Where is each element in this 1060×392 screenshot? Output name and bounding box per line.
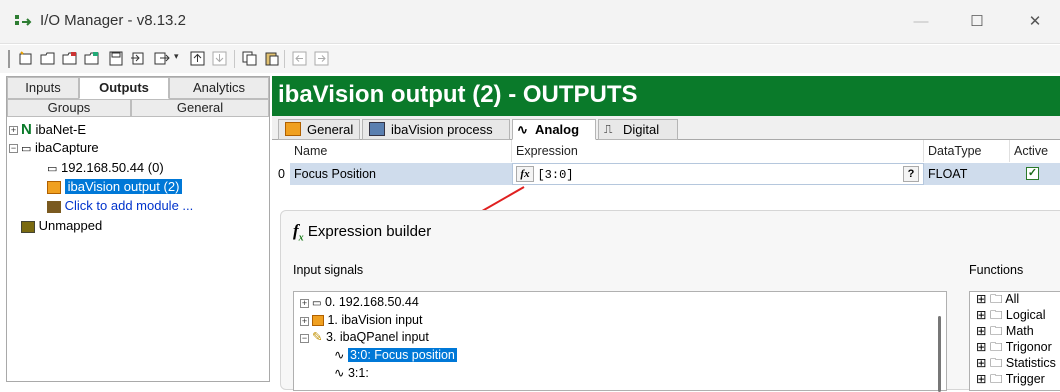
expand-icon[interactable]: + <box>300 299 309 308</box>
expression-builder-header: fx Expression builder <box>293 221 432 244</box>
export-icon[interactable] <box>154 51 170 66</box>
tab-general[interactable]: General <box>131 99 269 117</box>
tab-analog[interactable]: ∿ Analog <box>512 119 596 140</box>
analog-wave-icon: ∿ <box>517 122 528 137</box>
function-category[interactable]: ⊞ 🗀 Math <box>976 323 1034 340</box>
row-expression-cell[interactable]: fx [3:0] ? <box>512 163 924 185</box>
detail-tabs: General ibaVision process ∿ Analog ⎍ Dig… <box>272 116 1060 140</box>
toolbar: ▾ <box>0 45 1060 73</box>
redo-icon[interactable] <box>314 51 330 66</box>
new-module-icon[interactable] <box>18 51 34 66</box>
row-index: 0 <box>278 167 285 181</box>
signal-grid: Name Expression DataType Active 0 Focus … <box>272 140 1060 188</box>
tab-outputs[interactable]: Outputs <box>79 77 169 99</box>
tab-analytics[interactable]: Analytics <box>169 77 269 99</box>
function-icon: fx <box>293 221 304 244</box>
expand-icon[interactable]: + <box>300 317 309 326</box>
ibanet-icon: N <box>21 121 32 138</box>
tab-digital[interactable]: ⎍ Digital <box>598 119 678 140</box>
input-signals-tree: + ▭ 0. 192.168.50.44 + 1. ibaVision inpu… <box>293 291 947 392</box>
move-down-icon[interactable] <box>212 51 228 66</box>
tree-item-vision-output[interactable]: ibaVision output (2) <box>47 178 183 196</box>
tab-groups[interactable]: Groups <box>7 99 131 117</box>
signal-item[interactable]: 1. ibaVision input <box>312 312 422 329</box>
column-name[interactable]: Name <box>290 140 512 162</box>
output-module-icon <box>47 181 61 195</box>
expression-value: [3:0] <box>537 168 574 182</box>
column-active[interactable]: Active <box>1010 140 1060 162</box>
new-group-icon[interactable] <box>40 51 56 66</box>
row-active-cell: ✓ <box>1010 163 1060 185</box>
collapse-icon[interactable]: − <box>300 334 309 343</box>
io-manager-app-icon <box>15 15 32 26</box>
tree-item-ibacapture[interactable]: ▭ ibaCapture <box>21 139 99 157</box>
unmapped-icon <box>21 220 35 233</box>
tab-ibavision-process[interactable]: ibaVision process <box>362 119 510 140</box>
signals-scrollbar[interactable] <box>938 316 941 392</box>
help-button[interactable]: ? <box>903 166 919 182</box>
tab-general[interactable]: General <box>278 119 360 140</box>
module-icon <box>312 315 324 327</box>
left-tab-row-1: Inputs Outputs Analytics <box>7 77 269 99</box>
toolbar-grip <box>8 50 10 68</box>
import-icon[interactable] <box>130 51 146 66</box>
paste-icon[interactable] <box>264 51 280 66</box>
dropdown-arrow-icon[interactable]: ▾ <box>174 51 190 66</box>
tree-item-ip[interactable]: ▭ 192.168.50.44 (0) <box>47 159 164 177</box>
row-datatype-cell[interactable]: FLOAT <box>924 163 1010 185</box>
analog-wave-icon: ∿ <box>334 348 345 362</box>
module-detail-panel: ibaVision output (2) - OUTPUTS General i… <box>272 76 1060 392</box>
camera-icon: ▭ <box>47 163 58 175</box>
window-title: I/O Manager - v8.13.2 <box>40 12 186 29</box>
minimize-button[interactable]: — <box>906 10 936 34</box>
function-category[interactable]: ⊞ 🗀 Statistics <box>976 355 1056 372</box>
add-module-icon <box>47 200 61 213</box>
move-up-icon[interactable] <box>190 51 206 66</box>
page-title: ibaVision output (2) - OUTPUTS <box>272 76 1060 116</box>
function-category[interactable]: ⊞ 🗀 Trigger <box>976 371 1045 388</box>
signal-item[interactable]: ∿ 3:0: Focus position <box>334 347 457 364</box>
functions-tree: ⊞ 🗀 All ⊞ 🗀 Logical ⊞ 🗀 Math ⊞ 🗀 Trigono… <box>969 291 1060 391</box>
column-datatype[interactable]: DataType <box>924 140 1010 162</box>
expand-icon[interactable]: + <box>9 126 18 135</box>
close-button[interactable]: ✕ <box>1020 10 1050 34</box>
new-group-b-icon[interactable] <box>62 51 78 66</box>
camera-icon: ▭ <box>312 298 322 309</box>
toolbar-separator <box>284 50 285 68</box>
tree-item-add-module[interactable]: Click to add module ... <box>47 197 193 215</box>
function-category[interactable]: ⊞ 🗀 All <box>976 291 1019 308</box>
collapse-icon[interactable]: − <box>9 144 18 153</box>
function-category[interactable]: ⊞ 🗀 Trigonor <box>976 339 1052 356</box>
copy-icon[interactable] <box>242 51 258 66</box>
toolbar-separator <box>234 50 235 68</box>
active-checkbox[interactable]: ✓ <box>1026 167 1039 180</box>
signal-item[interactable]: ✎ 3. ibaQPanel input <box>312 329 429 346</box>
left-tab-row-2: Groups General <box>7 99 269 121</box>
analog-wave-icon: ∿ <box>334 366 345 380</box>
input-signals-label: Input signals <box>293 263 364 277</box>
tab-inputs[interactable]: Inputs <box>7 77 79 99</box>
new-group-c-icon[interactable] <box>84 51 100 66</box>
undo-icon[interactable] <box>292 51 308 66</box>
module-tree-panel: Inputs Outputs Analytics Groups General … <box>6 76 270 382</box>
signal-item[interactable]: ∿ 3:1: <box>334 365 369 382</box>
expression-builder-panel: fx Expression builder Input signals Func… <box>280 210 1060 392</box>
save-icon[interactable] <box>108 51 124 66</box>
maximize-button[interactable]: ☐ <box>962 10 992 34</box>
tree-item-unmapped[interactable]: Unmapped <box>21 217 102 235</box>
functions-label: Functions <box>969 263 1024 277</box>
tree-item-ibanet[interactable]: N ibaNet-E <box>21 121 86 139</box>
process-icon <box>369 122 385 136</box>
camera-icon: ▭ <box>21 143 32 155</box>
function-icon[interactable]: fx <box>516 166 534 182</box>
title-bar: I/O Manager - v8.13.2 — ☐ ✕ <box>0 0 1060 44</box>
row-name-cell[interactable]: Focus Position <box>290 163 512 185</box>
column-expression[interactable]: Expression <box>512 140 924 162</box>
signal-item[interactable]: ▭ 0. 192.168.50.44 <box>312 294 419 311</box>
digital-wave-icon: ⎍ <box>604 122 613 136</box>
panel-icon: ✎ <box>312 330 323 344</box>
function-category[interactable]: ⊞ 🗀 Logical <box>976 307 1046 324</box>
general-icon <box>285 122 301 136</box>
